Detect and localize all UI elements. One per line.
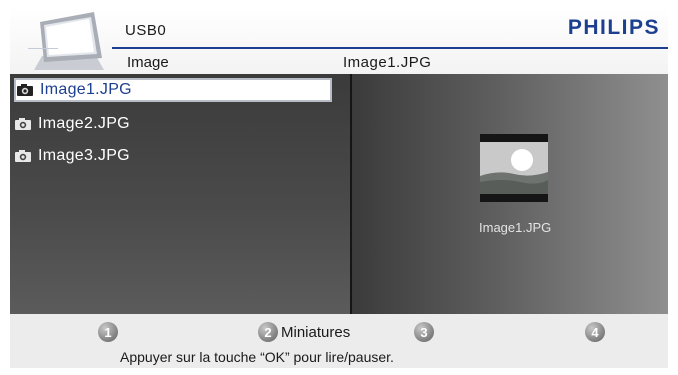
list-item[interactable]: Image1.JPG — [14, 78, 332, 102]
header: USB0 PHILIPS Image Image1.JPG — [10, 8, 668, 74]
current-file-label: Image1.JPG — [343, 54, 432, 71]
miniatures-label: Miniatures — [281, 323, 351, 341]
hint-text: Appuyer sur la touche “OK” pour lire/pau… — [120, 349, 394, 365]
key-3-button[interactable]: 3 — [414, 322, 437, 342]
list-item[interactable]: Image3.JPG — [14, 144, 332, 168]
preview-panel: Image1.JPG — [352, 74, 668, 314]
image-thumbnail — [480, 134, 548, 202]
miniatures-button[interactable]: 2 Miniatures — [258, 322, 350, 342]
list-item-label: Image2.JPG — [38, 115, 130, 132]
preview-filename: Image1.JPG — [479, 220, 552, 235]
folder-label: Image — [127, 54, 169, 71]
media-browser: USB0 PHILIPS Image Image1.JPG Image1.JPG… — [10, 8, 668, 368]
file-list: Image1.JPG Image2.JPG Image3.JPG — [10, 74, 350, 314]
key-4-icon: 4 — [585, 322, 605, 342]
key-4-button[interactable]: 4 — [585, 322, 608, 342]
key-1-icon: 1 — [98, 322, 118, 342]
camera-icon — [17, 84, 33, 96]
key-1-button[interactable]: 1 — [98, 322, 121, 342]
list-item[interactable]: Image2.JPG — [14, 112, 332, 136]
key-2-icon: 2 — [258, 322, 278, 342]
footer: 1 2 Miniatures 3 4 Appuyer sur la touche… — [10, 314, 668, 368]
camera-icon — [15, 150, 31, 162]
key-3-icon: 3 — [414, 322, 434, 342]
list-item-label: Image1.JPG — [40, 81, 132, 98]
device-name: USB0 — [125, 22, 167, 39]
tv-icon — [34, 12, 104, 70]
camera-icon — [15, 118, 31, 130]
header-divider-left — [28, 48, 58, 49]
brand-logo: PHILIPS — [567, 16, 660, 39]
header-divider — [112, 47, 668, 49]
list-item-label: Image3.JPG — [38, 147, 130, 164]
